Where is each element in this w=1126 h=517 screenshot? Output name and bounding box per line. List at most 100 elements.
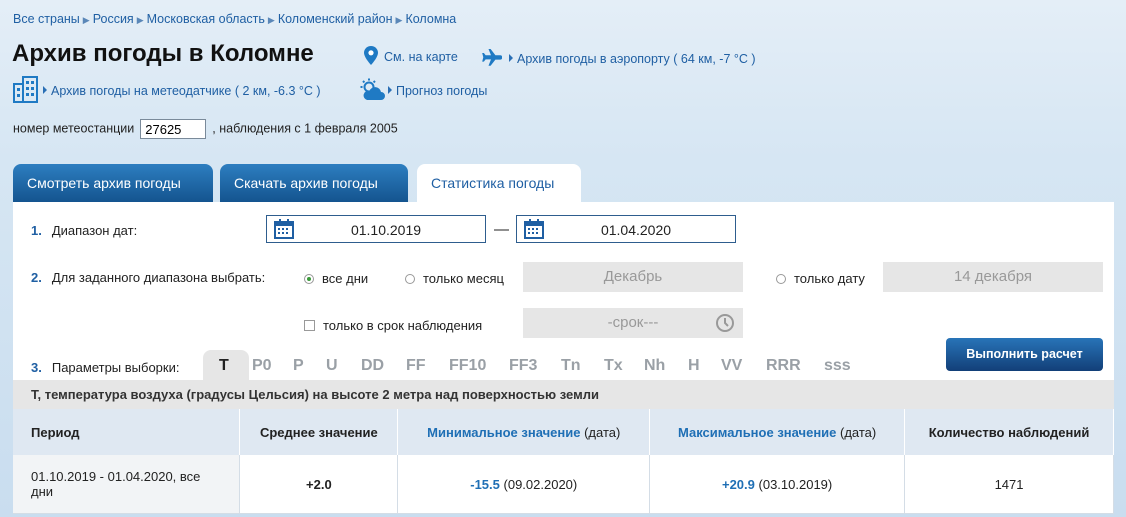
breadcrumb-separator-icon: ▶ (82, 15, 90, 25)
step1-number: 1. (31, 223, 42, 238)
radio-only-date[interactable]: только дату (776, 271, 865, 286)
date-from-input[interactable]: 01.10.2019 (266, 215, 486, 243)
radio-icon[interactable] (405, 274, 415, 284)
run-calculation-button[interactable]: Выполнить расчет (946, 338, 1103, 371)
param-tab-DD[interactable]: DD (361, 357, 384, 375)
forecast-link[interactable]: Прогноз погоды (358, 78, 487, 102)
link-arrow-icon (388, 86, 392, 94)
results-table: Период Среднее значение Минимальное знач… (13, 409, 1114, 514)
param-tab-VV[interactable]: VV (721, 357, 742, 375)
param-tab-T[interactable]: T (219, 357, 229, 375)
breadcrumb-separator-icon: ▶ (136, 15, 144, 25)
header-average: Среднее значение (239, 409, 399, 455)
breadcrumb-separator-icon: ▶ (267, 15, 275, 25)
param-tab-RRR[interactable]: RRR (766, 357, 801, 375)
obs-time-value: -срок--- (607, 314, 659, 331)
tab-download-archive[interactable]: Скачать архив погоды (220, 164, 408, 202)
date-from-value: 01.10.2019 (350, 222, 422, 238)
sun-cloud-icon (360, 78, 385, 100)
map-link[interactable]: См. на карте (364, 46, 458, 65)
obs-time-select[interactable]: -срок--- (523, 308, 743, 338)
date-select[interactable]: 14 декабря (883, 262, 1103, 292)
cell-minimum: -15.5 (09.02.2020) (397, 455, 651, 514)
radio-all-days[interactable]: все дни (304, 271, 368, 286)
breadcrumb-separator-icon: ▶ (395, 15, 403, 25)
tab-weather-statistics[interactable]: Статистика погоды (417, 164, 581, 202)
cell-maximum-value: +20.9 (721, 476, 755, 492)
step1-label-row: 1. Диапазон дат: (31, 223, 137, 238)
param-tab-H[interactable]: H (688, 357, 700, 375)
date-range-dash: — (494, 221, 509, 238)
station-label: номер метеостанции (13, 121, 135, 136)
airport-archive-link[interactable]: Архив погоды в аэропорту ( 64 км, -7 °C … (481, 49, 756, 67)
radio-only-month[interactable]: только месяц (405, 271, 504, 286)
step2-label: Для заданного диапазона выбрать: (51, 270, 266, 285)
table-row: 01.10.2019 - 01.04.2020, все дни +2.0 -1… (13, 455, 1114, 514)
breadcrumb: Все страны ▶ Россия ▶ Московская область ▶ Кол… (13, 12, 456, 26)
station-row: номер метеостанции , наблюдения с 1 февра… (13, 119, 398, 139)
cell-period: 01.10.2019 - 01.04.2020, все дни (13, 455, 241, 514)
header-minimum[interactable]: Минимальное значение (дата) (397, 409, 651, 455)
param-tab-Tn[interactable]: Tn (561, 357, 581, 375)
param-tab-FF3[interactable]: FF3 (509, 357, 537, 375)
radio-selected-icon[interactable] (304, 274, 314, 284)
header-minimum-suffix: (дата) (584, 424, 621, 440)
cell-minimum-date: (09.02.2020) (503, 476, 578, 492)
breadcrumb-moscow-oblast[interactable]: Московская область (147, 12, 265, 26)
header-period: Период (13, 409, 241, 455)
sensor-archive-label: Архив погоды на метеодатчике ( 2 км, -6.… (51, 84, 321, 98)
param-tab-FF10[interactable]: FF10 (449, 357, 486, 375)
header-maximum[interactable]: Максимальное значение (дата) (649, 409, 906, 455)
cell-maximum-date: (03.10.2019) (758, 476, 833, 492)
breadcrumb-all-countries[interactable]: Все страны (13, 12, 80, 26)
radio-icon[interactable] (776, 274, 786, 284)
header-count: Количество наблюдений (904, 409, 1114, 455)
cell-count: 1471 (904, 455, 1114, 514)
month-select[interactable]: Декабрь (523, 262, 743, 292)
param-tab-P0[interactable]: P0 (252, 357, 272, 375)
page-title: Архив погоды в Коломне (12, 40, 314, 67)
airplane-icon (482, 49, 502, 66)
step1-label: Диапазон дат: (51, 223, 138, 238)
param-tab-Tx[interactable]: Tx (604, 357, 623, 375)
checkbox-obs-time[interactable]: только в срок наблюдения (304, 318, 482, 333)
checkbox-obs-time-label: только в срок наблюдения (323, 318, 483, 333)
param-tab-FF[interactable]: FF (406, 357, 426, 375)
param-tab-P[interactable]: P (293, 357, 304, 375)
date-to-value: 01.04.2020 (600, 222, 672, 238)
link-arrow-icon (509, 54, 513, 62)
breadcrumb-kolomna-district[interactable]: Коломенский район (278, 12, 393, 26)
param-tab-U[interactable]: U (326, 357, 338, 375)
cell-minimum-value: -15.5 (470, 476, 500, 492)
param-tab-sss[interactable]: sss (824, 357, 851, 375)
radio-all-days-label: все дни (322, 271, 369, 286)
airport-archive-label: Архив погоды в аэропорту ( 64 км, -7 °C … (517, 52, 756, 66)
clock-icon (716, 314, 734, 332)
cell-average: +2.0 (239, 455, 399, 514)
step2-label-row: 2. Для заданного диапазона выбрать: (31, 270, 265, 285)
breadcrumb-kolomna[interactable]: Коломна (405, 12, 456, 26)
radio-only-date-label: только дату (794, 271, 865, 286)
radio-only-month-label: только месяц (423, 271, 504, 286)
param-tab-Nh[interactable]: Nh (644, 357, 665, 375)
step3-label: Параметры выборки: (51, 360, 180, 375)
forecast-link-label: Прогноз погоды (396, 84, 488, 98)
building-icon (13, 76, 38, 103)
map-pin-icon (364, 46, 378, 65)
sensor-archive-link[interactable]: Архив погоды на метеодатчике ( 2 км, -6.… (12, 75, 321, 103)
step3-label-row: 3. Параметры выборки: (31, 360, 179, 375)
cell-maximum: +20.9 (03.10.2019) (649, 455, 906, 514)
table-header-row: Период Среднее значение Минимальное знач… (13, 409, 1114, 455)
breadcrumb-russia[interactable]: Россия (93, 12, 134, 26)
date-to-input[interactable]: 01.04.2020 (516, 215, 736, 243)
station-number-input[interactable] (140, 119, 207, 139)
parameter-description: T, температура воздуха (градусы Цельсия)… (13, 380, 1114, 409)
header-minimum-label[interactable]: Минимальное значение (427, 425, 580, 440)
map-link-label: См. на карте (384, 50, 458, 64)
checkbox-icon[interactable] (304, 320, 315, 331)
step2-number: 2. (31, 270, 42, 285)
header-maximum-suffix: (дата) (840, 424, 877, 440)
header-maximum-label[interactable]: Максимальное значение (678, 425, 836, 440)
tab-view-archive[interactable]: Смотреть архив погоды (13, 164, 213, 202)
station-since: , наблюдения с 1 февраля 2005 (212, 121, 398, 136)
